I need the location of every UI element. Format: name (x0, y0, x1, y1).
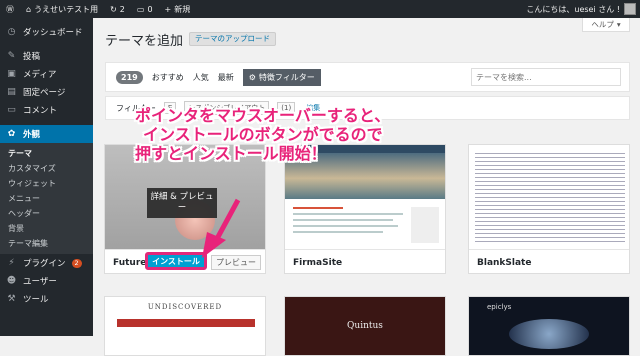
theme-screenshot (469, 145, 629, 249)
menu-posts[interactable]: ✎ 投稿 (0, 47, 93, 65)
details-preview-overlay[interactable]: 詳細 & プレビュー (147, 188, 217, 218)
submenu-themes[interactable]: テーマ (0, 146, 93, 161)
theme-card-firmasite[interactable]: FirmaSite (284, 144, 446, 274)
theme-card-quintus[interactable]: Quintus (284, 296, 446, 356)
annotation-text: ポインタをマウスオーバーすると、 インストールのボタンがでるので 押すとインスト… (135, 106, 435, 163)
home-icon: ⌂ (26, 4, 32, 14)
menu-appearance[interactable]: ✿ 外観 (0, 125, 93, 143)
theme-logo-text: UNDISCOVERED (147, 303, 223, 311)
tab-popular[interactable]: 人気 (193, 72, 209, 83)
menu-plugins[interactable]: ⚡ プラグイン 2 (0, 254, 93, 272)
menu-comments[interactable]: ▭ コメント (0, 101, 93, 119)
upload-theme-button[interactable]: テーマのアップロード (189, 32, 276, 46)
annotation-line: 押すとインストール開始！ (135, 144, 327, 163)
submenu-editor[interactable]: テーマ編集 (0, 236, 93, 251)
page-icon: ▤ (7, 87, 16, 97)
media-icon: ▣ (7, 69, 16, 79)
dashboard-icon: ◷ (7, 27, 16, 37)
annotation-line: ポインタをマウスオーバーすると、 (135, 106, 391, 125)
user-icon: ☻ (6, 276, 17, 286)
theme-card-blankslate[interactable]: BlankSlate (468, 144, 630, 274)
greeting[interactable]: こんにちは、uesei さん ! (526, 4, 620, 15)
plugin-icon: ⚡ (8, 258, 15, 268)
theme-count: 219 (116, 70, 143, 84)
help-button[interactable]: ヘルプ ▾ (582, 18, 630, 32)
appearance-icon: ✿ (7, 129, 16, 139)
chevron-down-icon: ▾ (616, 20, 621, 29)
tab-latest[interactable]: 最新 (218, 72, 234, 83)
submenu-menus[interactable]: メニュー (0, 191, 93, 206)
plugin-update-badge: 2 (71, 258, 82, 268)
avatar[interactable] (624, 3, 636, 15)
new-content-link[interactable]: + 新規 (159, 0, 197, 18)
admin-sidebar: ◷ ダッシュボード ✎ 投稿 ▣ メディア ▤ 固定ページ ▭ コメント ✿ 外観 テーマ … (0, 18, 93, 336)
submenu-customize[interactable]: カスタマイズ (0, 161, 93, 176)
theme-name: BlankSlate (469, 249, 629, 273)
updates-link[interactable]: ↻ 2 (104, 0, 131, 18)
wp-logo-icon[interactable]: Ⓦ (0, 0, 20, 18)
submenu-header[interactable]: ヘッダー (0, 206, 93, 221)
menu-users[interactable]: ☻ ユーザー (0, 272, 93, 290)
comments-link[interactable]: ▭ 0 (131, 0, 159, 18)
menu-media[interactable]: ▣ メディア (0, 65, 93, 83)
appearance-submenu: テーマ カスタマイズ ウィジェット メニュー ヘッダー 背景 テーマ編集 (0, 143, 93, 254)
submenu-widgets[interactable]: ウィジェット (0, 176, 93, 191)
theme-name: FirmaSite (285, 249, 445, 273)
site-name-link[interactable]: ⌂ うえせいテスト用 (20, 0, 104, 18)
tool-icon: ⚒ (7, 294, 16, 304)
tab-featured[interactable]: おすすめ (152, 72, 184, 83)
menu-pages[interactable]: ▤ 固定ページ (0, 83, 93, 101)
theme-search-input[interactable] (471, 68, 621, 86)
theme-logo-text: epiclys (487, 303, 512, 311)
refresh-icon: ↻ (110, 4, 117, 14)
feature-filter-button[interactable]: ⚙ 特徴フィルター (242, 68, 321, 86)
page-title: テーマを追加 (105, 34, 184, 49)
install-button[interactable]: インストール (145, 252, 207, 270)
theme-logo-text: Quintus (347, 321, 383, 331)
gear-icon: ⚙ (248, 72, 256, 82)
theme-card-epiclys[interactable]: epiclys (468, 296, 630, 356)
submenu-background[interactable]: 背景 (0, 221, 93, 236)
admin-bar: Ⓦ ⌂ うえせいテスト用 ↻ 2 ▭ 0 + 新規 こんにちは、uesei さん ! (0, 0, 640, 18)
comment-icon: ▭ (7, 105, 16, 115)
annotation-line: インストールのボタンがでるので (143, 125, 383, 144)
preview-button[interactable]: プレビュー (211, 255, 261, 270)
comment-icon: ▭ (136, 4, 145, 14)
theme-filter-bar: 219 おすすめ 人気 最新 ⚙ 特徴フィルター (105, 62, 630, 92)
pin-icon: ✎ (7, 51, 16, 61)
theme-card-undiscovered[interactable]: UNDISCOVERED (104, 296, 266, 356)
menu-dashboard[interactable]: ◷ ダッシュボード (0, 23, 93, 41)
plus-icon: + (164, 4, 172, 14)
menu-tools[interactable]: ⚒ ツール (0, 290, 93, 308)
